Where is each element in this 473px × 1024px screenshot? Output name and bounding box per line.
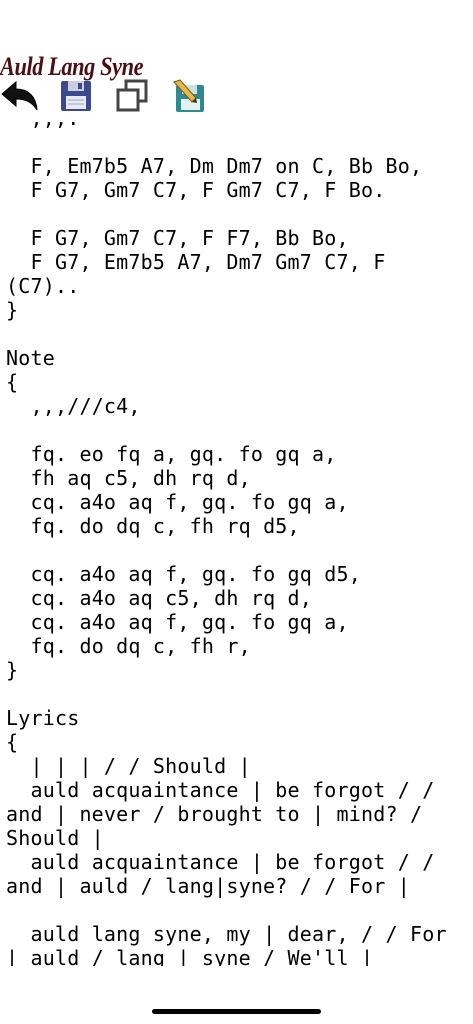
score-text-editor[interactable]: ,,,. F, Em7b5 A7, Dm Dm7 on C, Bb Bo, F … xyxy=(6,106,468,966)
home-indicator[interactable] xyxy=(152,1009,321,1014)
